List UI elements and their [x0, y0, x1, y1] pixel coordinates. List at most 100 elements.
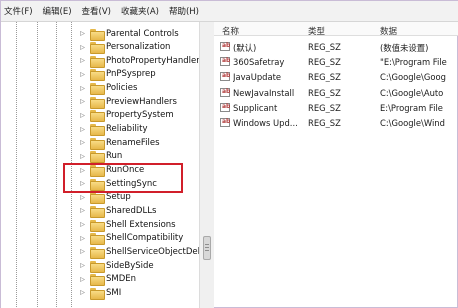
expand-arrow-icon[interactable]: ▷ — [79, 139, 86, 146]
folder-icon — [90, 205, 105, 218]
string-value-icon: ab — [220, 87, 231, 97]
folder-icon — [90, 83, 105, 96]
registry-value-row[interactable]: ab Windows Upd... REG_SZ C:\Google\Wind — [214, 116, 458, 130]
column-name-header[interactable]: 名称 — [222, 25, 239, 37]
expand-arrow-icon[interactable]: ▷ — [79, 44, 86, 51]
folder-icon — [90, 287, 105, 300]
expand-arrow-icon[interactable]: ▷ — [79, 276, 86, 283]
folder-icon — [90, 96, 105, 109]
menu-favorites[interactable]: 收藏夹(A) — [118, 5, 166, 17]
scroll-grip-line — [205, 244, 209, 245]
tree-item-policies[interactable]: ▷ Policies — [79, 82, 138, 96]
menu-file[interactable]: 文件(F) — [1, 5, 40, 17]
tree-scroll-thumb[interactable] — [203, 236, 211, 260]
value-type: REG_SZ — [308, 87, 341, 98]
value-data: "E:\Program File — [380, 57, 447, 68]
registry-value-row[interactable]: ab 360Safetray REG_SZ "E:\Program File — [214, 55, 458, 69]
tree-item-label: SMDEn — [106, 274, 137, 285]
tree-item-smden[interactable]: ▷ SMDEn — [79, 273, 137, 287]
folder-icon — [90, 246, 105, 259]
folder-icon — [90, 219, 105, 232]
tree-item-label: Setup — [106, 192, 131, 203]
folder-icon — [90, 55, 105, 68]
tree-item-label: ShellCompatibility — [106, 233, 184, 244]
value-name: NewJavaInstall — [233, 87, 295, 98]
expand-arrow-icon[interactable]: ▷ — [79, 126, 86, 133]
folder-icon — [90, 42, 105, 55]
value-data: E:\Program File — [380, 102, 443, 113]
scroll-grip-line — [205, 247, 209, 248]
value-name: (默认) — [233, 43, 257, 53]
registry-value-row[interactable]: ab JavaUpdate REG_SZ C:\Google\Goog — [214, 70, 458, 84]
menu-help[interactable]: 帮助(H) — [166, 5, 206, 17]
string-value-icon: ab — [220, 72, 231, 82]
expand-arrow-icon[interactable]: ▷ — [79, 71, 86, 78]
tree-item-label: Shell Extensions — [106, 219, 176, 230]
string-value-icon: ab — [220, 42, 231, 51]
expand-arrow-icon[interactable]: ▷ — [79, 221, 86, 228]
tree-item-shellcompatibility[interactable]: ▷ ShellCompatibility — [79, 232, 184, 246]
tree-item-label: SharedDLLs — [106, 205, 157, 216]
tree-scrollbar[interactable] — [199, 22, 214, 308]
folder-icon — [90, 260, 105, 273]
tree-item-label: SideBySide — [106, 260, 154, 271]
scroll-grip-line — [205, 250, 209, 251]
expand-arrow-icon[interactable]: ▷ — [79, 57, 86, 64]
expand-arrow-icon[interactable]: ▷ — [79, 153, 86, 160]
registry-value-row[interactable]: ab NewJavaInstall REG_SZ C:\Google\Auto — [214, 86, 458, 100]
value-data: (数值未设置) — [380, 43, 429, 53]
tree-item-pnpsysprep[interactable]: ▷ PnPSysprep — [79, 68, 156, 82]
tree-item-label: Reliability — [106, 124, 148, 135]
tree-item-previewhandlers[interactable]: ▷ PreviewHandlers — [79, 95, 177, 109]
tree-item-label: Policies — [106, 83, 138, 94]
tree-item-label: Parental Controls — [106, 28, 179, 39]
tree-item-shell-extensions[interactable]: ▷ Shell Extensions — [79, 218, 176, 232]
column-data-header[interactable]: 数据 — [380, 25, 397, 37]
value-type: REG_SZ — [308, 72, 341, 83]
value-data: C:\Google\Auto — [380, 87, 444, 98]
registry-key-tree[interactable]: ▷ Parental Controls ▷ Personalization ▷ Photo… — [1, 22, 214, 308]
menu-bar: 文件(F) 编辑(E) 查看(V) 收藏夹(A) 帮助(H) — [1, 1, 458, 22]
registry-value-row[interactable]: ab Supplicant REG_SZ E:\Program File — [214, 101, 458, 115]
tree-item-sidebyside[interactable]: ▷ SideBySide — [79, 259, 154, 273]
tree-item-photopropertyhandler[interactable]: ▷ PhotoPropertyHandler — [79, 54, 200, 68]
registry-value-row[interactable]: ab (默认) REG_SZ (数值未设置) — [214, 40, 458, 54]
tree-item-shellserviceobjectdelay[interactable]: ▷ ShellServiceObjectDelay — [79, 245, 210, 259]
tree-item-label: RenameFiles — [106, 137, 160, 148]
expand-arrow-icon[interactable]: ▷ — [79, 85, 86, 92]
tree-item-shareddlls[interactable]: ▷ SharedDLLs — [79, 204, 157, 218]
expand-arrow-icon[interactable]: ▷ — [79, 235, 86, 242]
expand-arrow-icon[interactable]: ▷ — [79, 248, 86, 255]
value-name: 360Safetray — [233, 57, 285, 68]
tree-item-run[interactable]: ▷ Run — [79, 150, 122, 164]
menu-edit[interactable]: 编辑(E) — [40, 5, 79, 17]
menu-view[interactable]: 查看(V) — [79, 5, 118, 17]
tree-item-parental-controls[interactable]: ▷ Parental Controls — [79, 27, 179, 41]
tree-guide-line — [16, 22, 17, 308]
tree-guide-line — [56, 22, 57, 308]
expand-arrow-icon[interactable]: ▷ — [79, 262, 86, 269]
value-name: JavaUpdate — [233, 72, 282, 83]
folder-icon — [90, 69, 105, 82]
folder-icon — [90, 151, 105, 164]
expand-arrow-icon[interactable]: ▷ — [79, 30, 86, 37]
expand-arrow-icon[interactable]: ▷ — [79, 194, 86, 201]
tree-item-propertysystem[interactable]: ▷ PropertySystem — [79, 109, 174, 123]
value-type: REG_SZ — [308, 118, 341, 128]
expand-arrow-icon[interactable]: ▷ — [79, 98, 86, 105]
folder-icon — [90, 28, 105, 41]
tree-item-label: SMI — [106, 287, 122, 298]
tree-item-personalization[interactable]: ▷ Personalization — [79, 41, 170, 55]
tree-item-renamefiles[interactable]: ▷ RenameFiles — [79, 136, 160, 150]
tree-item-smi[interactable]: ▷ SMI — [79, 286, 122, 300]
expand-arrow-icon[interactable]: ▷ — [79, 207, 86, 214]
run-key-highlight-box — [63, 163, 183, 193]
expand-arrow-icon[interactable]: ▷ — [79, 289, 86, 296]
expand-arrow-icon[interactable]: ▷ — [79, 112, 86, 119]
value-type: REG_SZ — [308, 102, 341, 113]
tree-item-reliability[interactable]: ▷ Reliability — [79, 123, 148, 137]
value-name: Windows Upd... — [233, 118, 298, 128]
tree-item-label: PreviewHandlers — [106, 96, 177, 107]
values-column-headers: 名称 类型 数据 — [214, 22, 458, 37]
column-type-header[interactable]: 类型 — [308, 25, 325, 37]
